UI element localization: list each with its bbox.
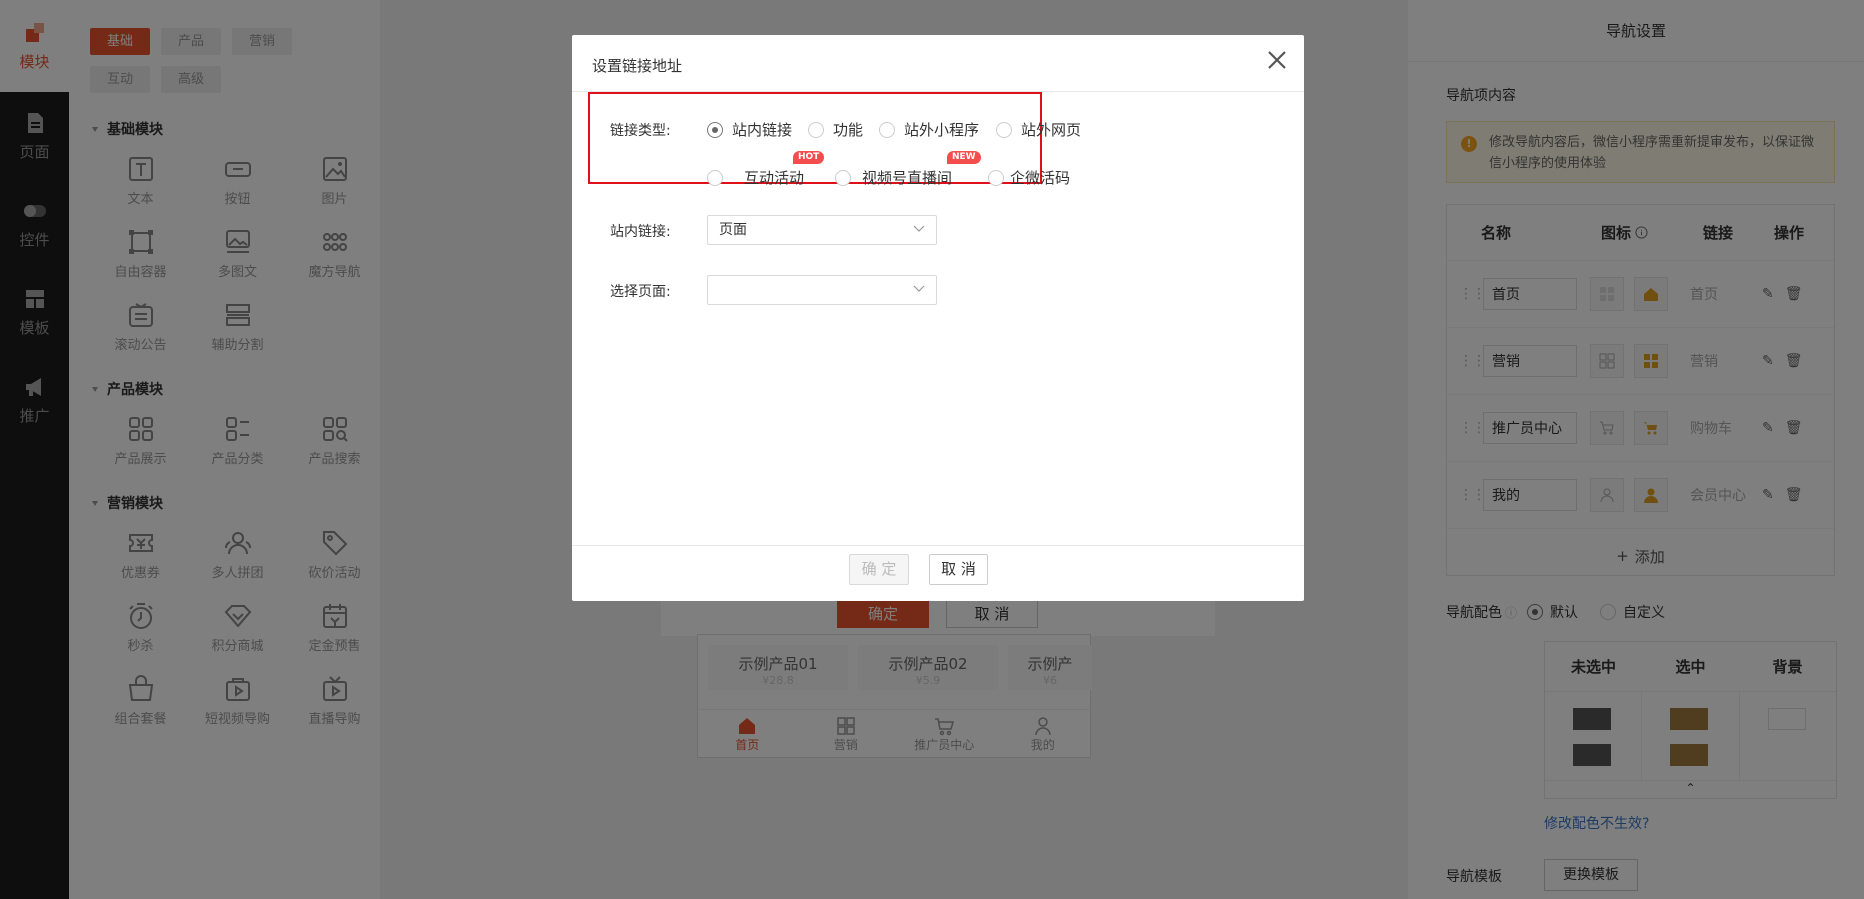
radio-function[interactable] [808, 121, 824, 138]
new-badge: NEW [947, 151, 981, 164]
option-function[interactable]: 功能 [808, 119, 863, 140]
chevron-down-icon [913, 225, 925, 232]
page-select[interactable] [707, 275, 937, 305]
chevron-down-icon [913, 285, 925, 292]
confirm-button[interactable]: 确 定 [849, 554, 909, 585]
option-label: 企微活码 [1010, 169, 1071, 187]
radio-interactive-activity[interactable] [707, 169, 723, 186]
option-label: 功能 [833, 121, 864, 139]
option-label: 站外网页 [1021, 121, 1082, 139]
option-label: 互动活动 [744, 169, 805, 187]
radio-external-webpage[interactable] [996, 121, 1012, 138]
radio-wecom-qrcode[interactable] [988, 169, 1004, 186]
option-channel-live[interactable]: 视频号直播间 [835, 167, 952, 188]
radio-external-miniprogram[interactable] [879, 121, 895, 138]
option-external-webpage[interactable]: 站外网页 [996, 119, 1081, 140]
inner-link-select[interactable]: 页面 [707, 215, 937, 245]
option-label: 站外小程序 [904, 121, 980, 139]
inner-link-value: 页面 [719, 222, 747, 238]
app-window: 模块 页面 控件 模板 推广 基础 产品 营销 互动 高级 基础模块 文本 [0, 0, 1864, 899]
dialog-footer: 确 定 取 消 [572, 545, 1304, 601]
option-wecom-qrcode[interactable]: 企微活码 [988, 167, 1070, 188]
cancel-button[interactable]: 取 消 [929, 554, 988, 585]
option-interactive-activity[interactable]: 互动活动 [707, 167, 804, 188]
option-label: 视频号直播间 [862, 169, 953, 187]
radio-internal-link[interactable] [707, 121, 723, 138]
radio-channel-live[interactable] [835, 169, 851, 186]
close-icon[interactable] [1264, 47, 1290, 73]
dialog-header: 设置链接地址 [572, 35, 1304, 92]
link-type-label: 链接类型: [610, 123, 671, 139]
option-internal-link[interactable]: 站内链接 [707, 119, 792, 140]
hot-badge: HOT [793, 151, 825, 164]
option-external-miniprogram[interactable]: 站外小程序 [879, 119, 979, 140]
dialog-title: 设置链接地址 [592, 57, 683, 75]
page-select-label: 选择页面: [610, 284, 671, 300]
link-dialog: 设置链接地址 链接类型: 站内链接 功能 站外小程序 站外网页 互动活动 HOT… [572, 35, 1304, 601]
option-label: 站内链接 [732, 121, 793, 139]
inner-link-label: 站内链接: [610, 224, 671, 240]
